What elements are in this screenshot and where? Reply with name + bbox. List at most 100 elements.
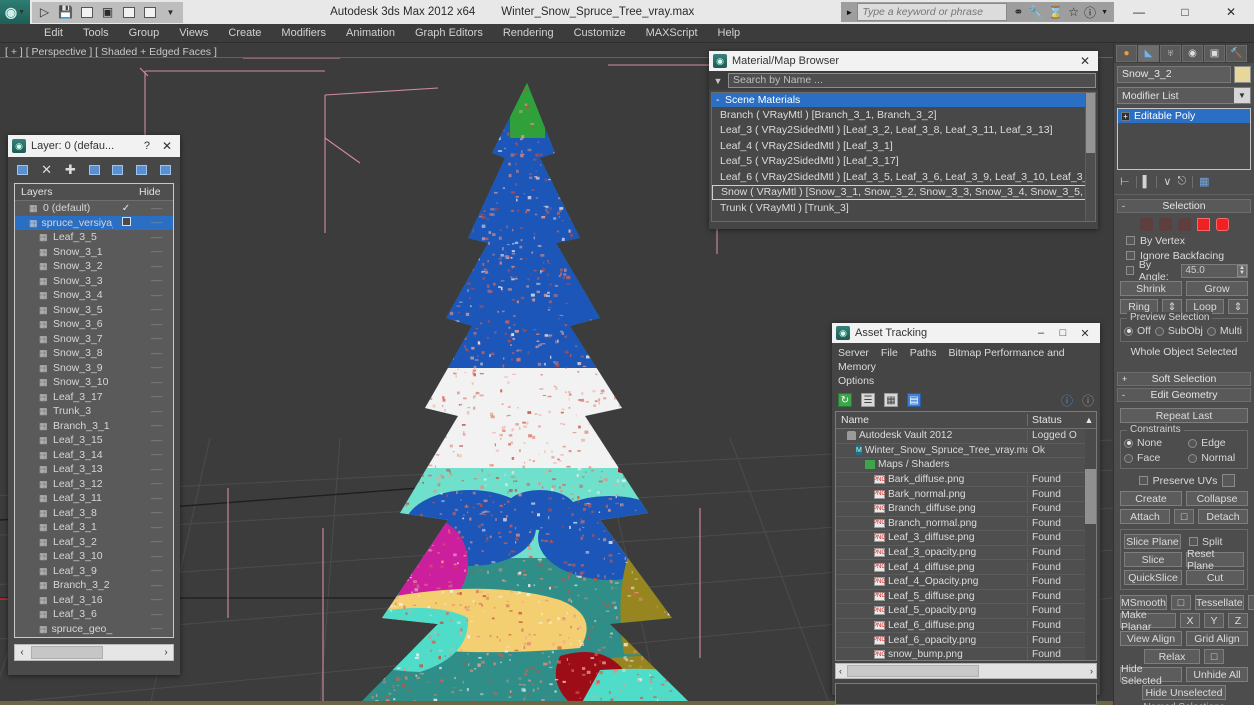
edge-icon[interactable] (1158, 218, 1172, 231)
rollup-edit-geometry-toggle-icon[interactable]: - (1122, 390, 1125, 400)
utilities-tab[interactable]: 🔨 (1226, 44, 1247, 62)
material-search-input[interactable]: Search by Name ... (728, 73, 1096, 88)
motion-tab[interactable]: ◉ (1182, 44, 1203, 62)
slice-plane-button[interactable]: Slice Plane (1124, 534, 1181, 549)
view-align-button[interactable]: View Align (1120, 631, 1182, 646)
thumbnail-view-icon[interactable]: ▦ (884, 393, 898, 407)
tessellate-button[interactable]: Tessellate (1194, 595, 1244, 610)
layer-row[interactable]: ▦ Snow_3_2 ––– (15, 259, 173, 274)
menu-item-graph-editors[interactable]: Graph Editors (405, 27, 493, 39)
layer-row[interactable]: ▦ Leaf_3_8 ––– (15, 506, 173, 521)
material-row[interactable]: Leaf_3 ( VRay2SidedMtl ) [Leaf_3_2, Leaf… (712, 123, 1095, 139)
layer-row[interactable]: ▦ Snow_3_10 ––– (15, 375, 173, 390)
asset-hscroll-thumb[interactable] (847, 665, 979, 677)
material-row[interactable]: Leaf_4 ( VRay2SidedMtl ) [Leaf_3_1] (712, 138, 1095, 154)
remove-modifier-icon[interactable]: ⎋ (1177, 175, 1186, 188)
layer-row[interactable]: ▦ Snow_3_5 ––– (15, 303, 173, 318)
material-row[interactable]: Trunk ( VRayMtl ) [Trunk_3] (712, 200, 1095, 216)
layer-row[interactable]: ▦ Leaf_3_9 ––– (15, 564, 173, 579)
modifier-stack-item-editable-poly[interactable]: + Editable Poly (1118, 109, 1250, 123)
asset-row[interactable]: PNG Bark_normal.png Found (836, 487, 1096, 502)
new-layer-icon[interactable] (16, 163, 30, 178)
slice-button[interactable]: Slice (1124, 552, 1182, 567)
shrink-button[interactable]: Shrink (1120, 281, 1182, 296)
asset-row[interactable]: PNG Leaf_6_opacity.png Found (836, 633, 1096, 648)
asset-row[interactable]: PNG Leaf_5_opacity.png Found (836, 604, 1096, 619)
layer-row[interactable]: ▦ Leaf_3_11 ––– (15, 491, 173, 506)
modify-tab[interactable]: ◣ (1138, 44, 1159, 62)
binoculars-icon[interactable]: ⚭ (1013, 5, 1023, 19)
rollup-selection-header[interactable]: - Selection (1117, 199, 1251, 213)
help-caret-icon[interactable]: ▼ (1101, 9, 1108, 16)
make-planar-button[interactable]: Make Planar (1120, 609, 1176, 633)
material-browser-close-button[interactable]: ✕ (1076, 54, 1094, 68)
border-icon[interactable] (1177, 218, 1191, 231)
hide-selected-button[interactable]: Hide Selected (1120, 663, 1182, 687)
rollup-soft-selection-header[interactable]: + Soft Selection (1117, 372, 1251, 386)
menu-item-customize[interactable]: Customize (564, 27, 636, 39)
layer-row[interactable]: ▦ Leaf_3_17 ––– (15, 390, 173, 405)
layer-row[interactable]: ▦ Branch_3_2 ––– (15, 578, 173, 593)
new-icon[interactable] (140, 3, 159, 22)
layer-row-hide[interactable]: ––– (139, 378, 173, 387)
polygon-icon[interactable] (1196, 218, 1210, 231)
cut-button[interactable]: Cut (1186, 570, 1244, 585)
asset-menu-options[interactable]: Options (838, 375, 874, 387)
menu-item-rendering[interactable]: Rendering (493, 27, 564, 39)
layer-row-hide[interactable]: ––– (139, 218, 173, 227)
layer-scroll-right-arrow[interactable]: › (159, 647, 173, 658)
modifier-list-dropdown[interactable]: Modifier List ▼ (1117, 87, 1251, 104)
asset-close-button[interactable]: ✕ (1074, 327, 1096, 340)
asset-row[interactable]: PNG Leaf_3_diffuse.png Found (836, 531, 1096, 546)
asset-tracking-dialog[interactable]: ◉ Asset Tracking – □ ✕ Server File Paths… (832, 323, 1100, 705)
layer-row-hide[interactable]: ––– (139, 392, 173, 401)
asset-menu-file[interactable]: File (881, 347, 898, 359)
layer-row-hide[interactable]: ––– (139, 334, 173, 343)
layer-row[interactable]: ▦ Leaf_3_12 ––– (15, 477, 173, 492)
layer-row[interactable]: ▦ Leaf_3_6 ––– (15, 607, 173, 622)
layer-row-hide[interactable]: ––– (139, 247, 173, 256)
layer-row-hide[interactable]: ––– (139, 537, 173, 546)
menu-item-group[interactable]: Group (119, 27, 170, 39)
by-vertex-checkbox[interactable] (1126, 236, 1135, 245)
layer-row[interactable]: ▦ Snow_3_8 ––– (15, 346, 173, 361)
layer-row-hide[interactable]: ––– (139, 407, 173, 416)
material-row[interactable]: Leaf_5 ( VRay2SidedMtl ) [Leaf_3_17] (712, 154, 1095, 170)
menu-item-modifiers[interactable]: Modifiers (271, 27, 336, 39)
asset-menu-paths[interactable]: Paths (910, 347, 937, 359)
create-tab[interactable]: ● (1116, 44, 1137, 62)
layer-scroll-thumb[interactable] (31, 646, 103, 659)
layer-row[interactable]: ▦ Leaf_3_5 ––– (15, 230, 173, 245)
preview-off-radio[interactable] (1124, 326, 1133, 336)
show-end-result-icon[interactable]: ▌ (1143, 176, 1151, 188)
undo-icon[interactable] (77, 3, 96, 22)
layer-row-toggle[interactable]: ✓ (113, 203, 139, 214)
asset-row[interactable]: Autodesk Vault 2012 Logged O (836, 429, 1096, 444)
layer-row-hide[interactable]: ––– (139, 450, 173, 459)
rollup-soft-selection-toggle-icon[interactable]: + (1122, 374, 1127, 384)
menu-item-create[interactable]: Create (218, 27, 271, 39)
layer-row-toggle[interactable] (113, 216, 139, 229)
layer-dialog[interactable]: ◉ Layer: 0 (defau... ? ✕ ✕ ✚ Layers Hide… (8, 135, 180, 675)
asset-row[interactable]: PNG Leaf_6_diffuse.png Found (836, 619, 1096, 634)
make-unique-icon[interactable]: ∨ (1163, 175, 1171, 188)
refresh-icon[interactable]: ↻ (838, 393, 852, 407)
layer-row[interactable]: ▦ 0 (default) ✓ ––– (15, 201, 173, 216)
constraint-face-radio[interactable] (1124, 453, 1133, 463)
object-color-swatch[interactable] (1234, 66, 1251, 83)
by-angle-checkbox[interactable] (1126, 266, 1134, 275)
layer-row[interactable]: ▦spruce_versiya_2 ––– (15, 215, 173, 230)
asset-hscroll-left-arrow[interactable]: ‹ (836, 666, 845, 676)
layer-row[interactable]: ▦ Leaf_3_15 ––– (15, 433, 173, 448)
select-highlighted-icon[interactable] (111, 163, 125, 178)
create-button[interactable]: Create (1120, 491, 1182, 506)
display-tab[interactable]: ▣ (1204, 44, 1225, 62)
menu-item-animation[interactable]: Animation (336, 27, 405, 39)
asset-row[interactable]: M Winter_Snow_Spruce_Tree_vray.max Ok (836, 444, 1096, 459)
layer-row[interactable]: ▦ Snow_3_4 ––– (15, 288, 173, 303)
layer-dialog-help-button[interactable]: ? (136, 140, 158, 152)
asset-scroll-up-arrow[interactable]: ▲ (1082, 415, 1096, 425)
layer-row-hide[interactable]: ––– (139, 320, 173, 329)
asset-menu-bitmap-performance[interactable]: Bitmap Performance and Memory (838, 347, 1065, 373)
layer-row[interactable]: ▦ Snow_3_6 ––– (15, 317, 173, 332)
